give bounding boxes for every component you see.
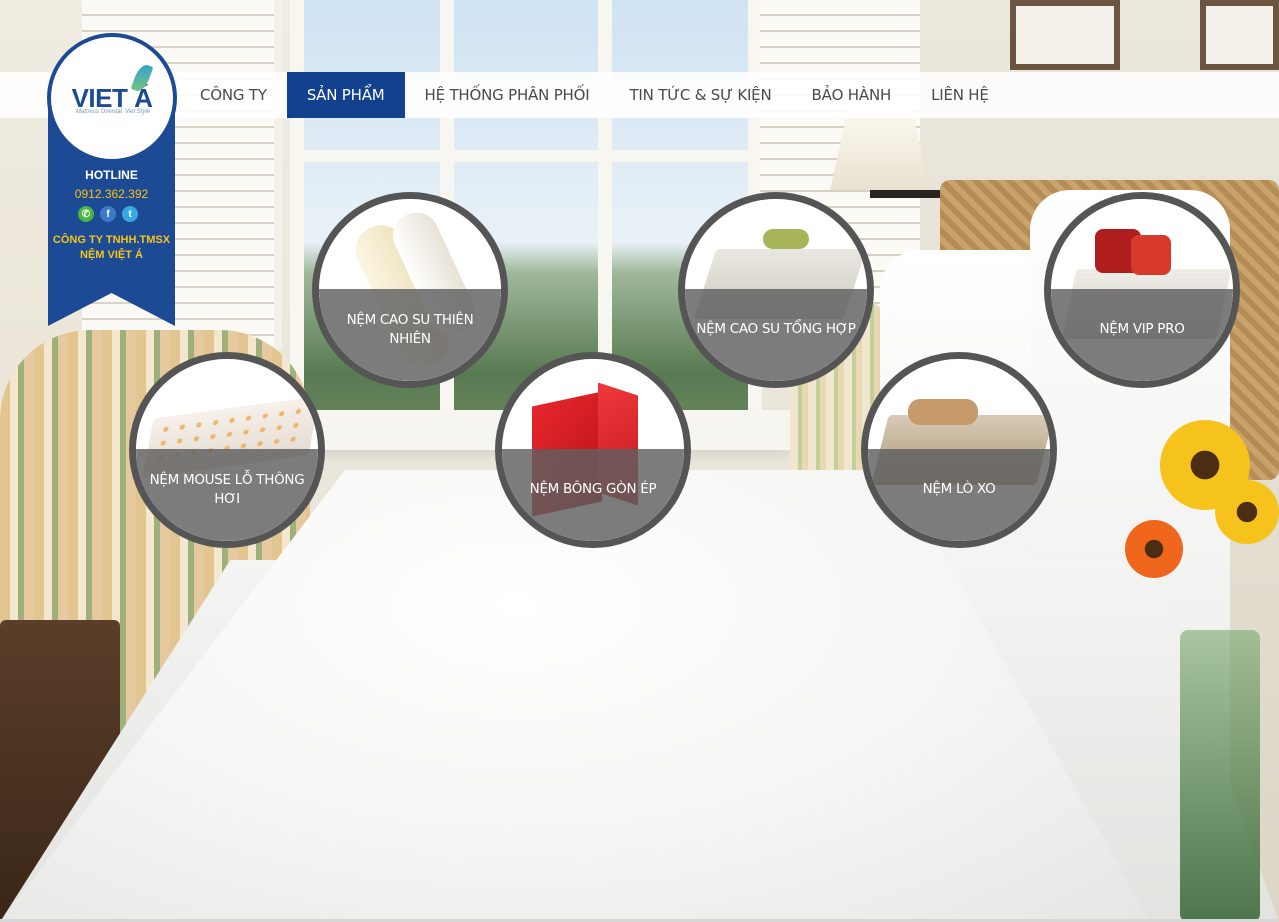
logo[interactable]: VIET Á [47,33,177,163]
company-name: CÔNG TY TNHH.TMSX NỆM VIỆT Á [52,234,171,261]
nav-item-cong-ty[interactable]: CÔNG TY [180,72,287,118]
window-frame [290,150,760,162]
logo-tagline: Mattress Oriental, Viet Style [75,109,151,115]
flower [1125,520,1183,578]
product-nem-bong-gon-ep[interactable]: NỆM BÔNG GÒN ÉP [495,352,691,548]
product-label: NỆM LÒ XO [922,481,996,497]
flower [1215,480,1279,544]
nav-menu: CÔNG TY SẢN PHẨM HỆ THỐNG PHÂN PHỐI TIN … [180,72,1009,118]
product-nem-cao-su-thien-nhien[interactable]: NỆM CAO SU THIÊN NHIÊN [312,192,508,388]
nav-item-he-thong-phan-phoi[interactable]: HỆ THỐNG PHÂN PHỐI [405,72,610,118]
product-nem-vip-pro[interactable]: NỆM VIP PRO [1044,192,1240,388]
picture-frame [1200,0,1279,70]
product-label: NỆM BÔNG GÒN ÉP [529,481,657,497]
picture-frame [1010,0,1120,70]
product-nem-lo-xo[interactable]: NỆM LÒ XO [861,352,1057,548]
nav-item-tin-tuc-su-kien[interactable]: TIN TỨC & SỰ KIỆN [609,72,791,118]
product-label: NỆM CAO SU THIÊN NHIÊN [346,312,474,347]
hotline-label: HOTLINE [85,168,138,182]
twitter-icon[interactable]: t [122,206,138,222]
phone-icon[interactable]: ✆ [78,206,94,222]
product-nem-mouse-lo-thong-hoi[interactable]: NỆM MOUSE LỖ THÔNG HƠI [129,352,325,548]
facebook-icon[interactable]: f [100,206,116,222]
vase [1180,630,1260,922]
product-label: NỆM MOUSE LỖ THÔNG HƠI [149,472,305,507]
product-nem-cao-su-tong-hop[interactable]: NỆM CAO SU TỔNG HỢP [678,192,874,388]
hotline-number: 0912.362.392 [74,187,149,201]
nav-item-bao-hanh[interactable]: BẢO HÀNH [791,72,911,118]
nav-item-san-pham[interactable]: SẢN PHẨM [286,72,405,118]
top-navbar: CÔNG TY SẢN PHẨM HỆ THỐNG PHÂN PHỐI TIN … [0,72,1279,118]
lamp-arm [870,190,940,198]
nav-item-lien-he[interactable]: LIÊN HỆ [911,72,1009,118]
product-label: NỆM VIP PRO [1099,321,1185,337]
social-links: ✆ f t [78,206,138,222]
product-label: NỆM CAO SU TỔNG HỢP [696,321,856,337]
